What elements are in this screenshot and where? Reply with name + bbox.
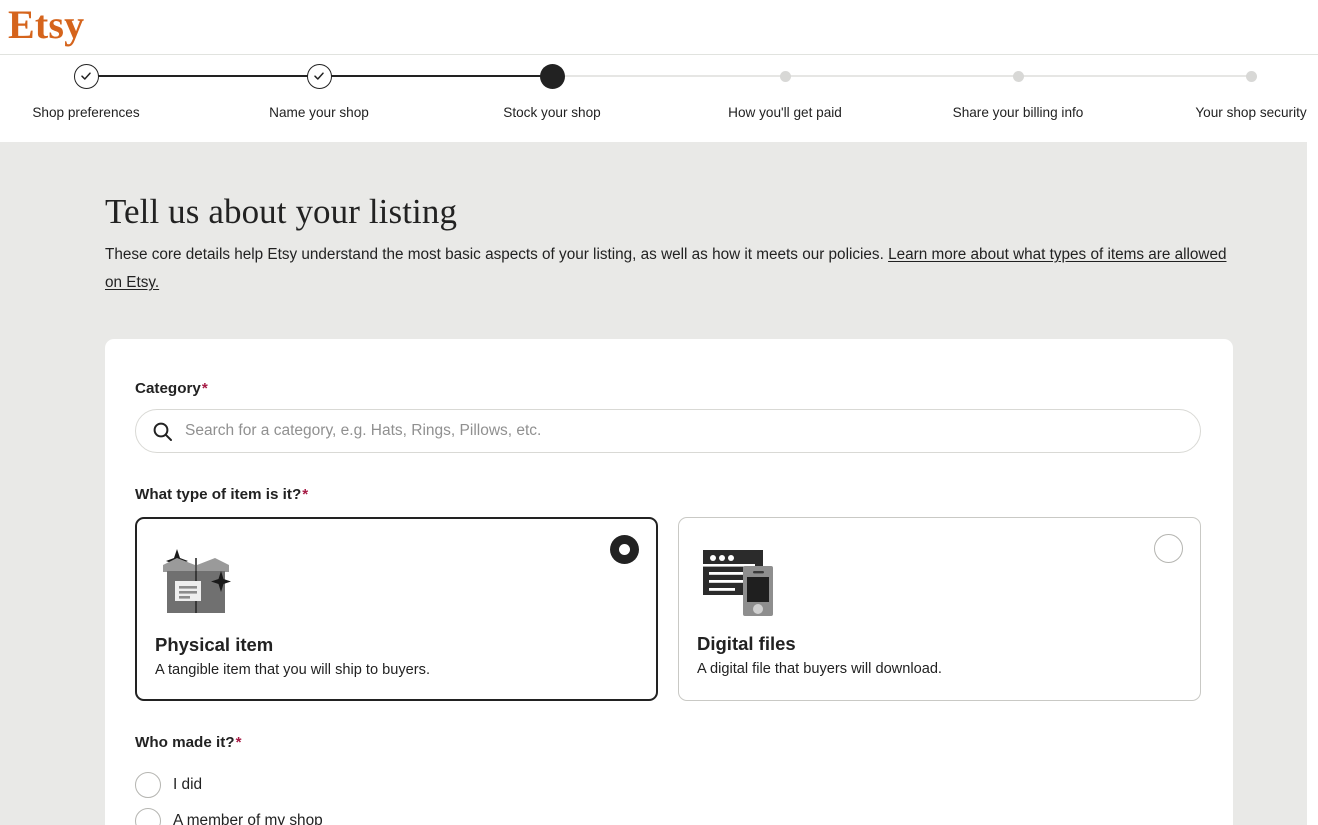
item-type-title: Digital files [697,632,1180,656]
onboarding-progress-stepper: Shop preferences Name your shop Stock yo… [0,55,1318,142]
item-type-title: Physical item [155,633,636,657]
radio-unselected-icon [135,808,161,825]
step-label: Name your shop [209,104,429,122]
item-type-label-text: What type of item is it? [135,486,301,503]
radio-selected-icon [610,535,639,564]
step-name-your-shop[interactable]: Name your shop [209,55,429,122]
pending-step-dot-icon [1246,71,1257,82]
who-made-it-label: Who made it?* [135,733,1203,753]
who-made-it-label-text: Who made it? [135,734,235,751]
radio-unselected-icon [1154,534,1183,563]
step-label: Your shop security [1141,104,1318,122]
pending-step-dot-icon [780,71,791,82]
check-icon [307,64,332,89]
radio-unselected-icon [135,772,161,798]
who-made-it-option-i-did[interactable]: I did [135,767,1203,803]
stepper-connector-1 [86,75,319,77]
main-content-area: Tell us about your listing These core de… [0,142,1307,825]
who-made-it-section: Who made it?* I did A member of my shop [135,733,1203,825]
step-label: Share your billing info [908,104,1128,122]
required-marker: * [236,734,242,751]
page-title: Tell us about your listing [105,142,1233,233]
who-made-it-option-shop-member[interactable]: A member of my shop [135,803,1203,825]
step-how-youll-get-paid[interactable]: How you'll get paid [675,55,895,122]
category-search-input[interactable] [185,411,1200,451]
category-search-wrapper[interactable] [135,409,1201,453]
etsy-logo[interactable]: Etsy [8,2,84,48]
category-label: Category* [135,379,1203,399]
item-type-options: Physical item A tangible item that you w… [135,517,1203,701]
item-type-subtitle: A tangible item that you will ship to bu… [155,660,636,680]
step-label: Stock your shop [442,104,662,122]
stepper-connector-3 [552,75,785,77]
digital-files-icon [697,540,1180,624]
step-label: How you'll get paid [675,104,895,122]
radio-physical-item[interactable] [610,535,639,564]
item-type-subtitle: A digital file that buyers will download… [697,659,1180,679]
item-type-label: What type of item is it?* [135,485,1203,505]
item-type-section: What type of item is it?* [135,485,1203,701]
page-description: These core details help Etsy understand … [105,241,1233,297]
check-icon [74,64,99,89]
step-shop-preferences[interactable]: Shop preferences [0,55,196,122]
listing-details-card: Category* What type of item is it?* [105,339,1233,825]
who-made-it-options: I did A member of my shop [135,767,1203,825]
stepper-connector-4 [785,75,1018,77]
step-your-shop-security[interactable]: Your shop security [1141,55,1318,122]
item-type-option-digital[interactable]: Digital files A digital file that buyers… [678,517,1201,701]
radio-label: I did [173,775,202,795]
shipping-box-icon [155,541,636,625]
step-stock-your-shop[interactable]: Stock your shop [442,55,662,122]
category-label-text: Category [135,380,201,397]
required-marker: * [302,486,308,503]
required-marker: * [202,380,208,397]
stepper-connector-2 [319,75,552,77]
content-column: Tell us about your listing These core de… [105,142,1233,825]
radio-digital-files[interactable] [1154,534,1183,563]
search-icon [152,421,173,442]
page-description-text: These core details help Etsy understand … [105,246,888,263]
step-label: Shop preferences [0,104,196,122]
stepper-connector-5 [1018,75,1251,77]
current-step-dot-icon [540,64,565,89]
radio-label: A member of my shop [173,811,323,825]
site-header: Etsy [0,0,1318,55]
item-type-option-physical[interactable]: Physical item A tangible item that you w… [135,517,658,701]
pending-step-dot-icon [1013,71,1024,82]
step-share-your-billing-info[interactable]: Share your billing info [908,55,1128,122]
